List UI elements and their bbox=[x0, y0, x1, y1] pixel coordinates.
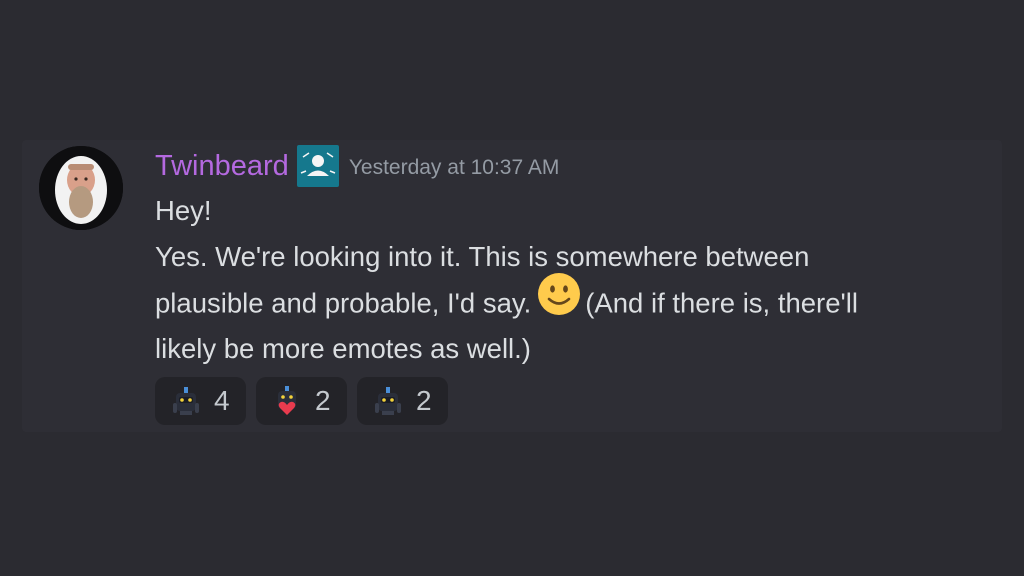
message-line: likely be more emotes as well.) bbox=[155, 333, 531, 364]
person-badge-icon[interactable] bbox=[296, 145, 339, 187]
robot-dark-emote-icon bbox=[168, 383, 204, 419]
avatar[interactable] bbox=[39, 146, 123, 230]
message-text: (And if there is, there'll bbox=[585, 287, 858, 319]
reaction-button[interactable]: 2 bbox=[357, 377, 448, 425]
timestamp: Yesterday at 10:37 AM bbox=[348, 155, 560, 179]
message-line: Hey! bbox=[155, 195, 212, 226]
slightly-smiling-face-icon bbox=[537, 272, 581, 330]
reactions-bar: 4 2 2 bbox=[155, 377, 448, 425]
message-text: plausible and probable, I'd say. bbox=[155, 287, 532, 319]
robot-dark-emote-icon bbox=[370, 383, 406, 419]
message-header: Twinbeard Yesterday at 10:37 AM bbox=[155, 145, 560, 187]
reaction-count: 2 bbox=[416, 385, 432, 416]
robot-heart-emote-icon bbox=[269, 383, 305, 419]
message-content: Hey! Yes. We're looking into it. This is… bbox=[155, 188, 985, 372]
reaction-button[interactable]: 2 bbox=[256, 377, 347, 425]
reaction-button[interactable]: 4 bbox=[155, 377, 246, 425]
message-line: plausible and probable, I'd say. (And if … bbox=[155, 273, 985, 326]
username[interactable]: Twinbeard bbox=[155, 146, 289, 186]
reaction-count: 2 bbox=[315, 385, 331, 416]
avatar-photo bbox=[39, 146, 123, 230]
reaction-count: 4 bbox=[214, 385, 230, 416]
